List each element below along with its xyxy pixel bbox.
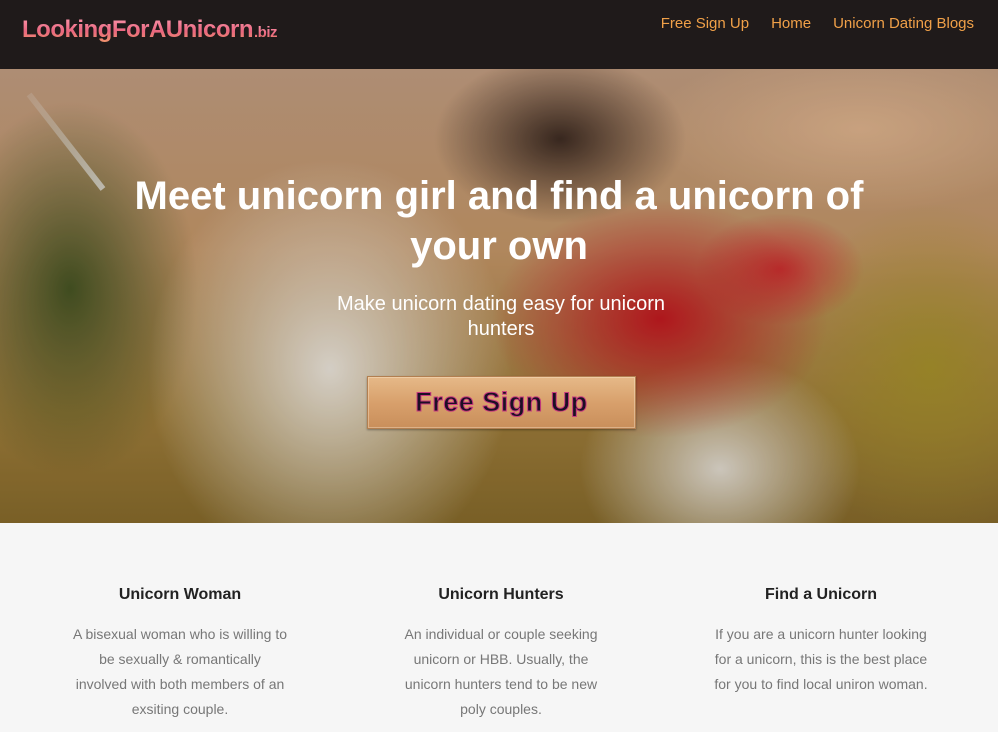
hero-title: Meet unicorn girl and find a unicorn of … bbox=[134, 174, 864, 268]
site-logo[interactable]: LookingForAUnicorn .biz bbox=[22, 16, 277, 50]
main-nav: Free Sign Up Home Unicorn Dating Blogs bbox=[661, 15, 974, 33]
top-navbar: LookingForAUnicorn .biz Free Sign Up Hom… bbox=[0, 0, 998, 69]
feature-title: Unicorn Woman bbox=[118, 586, 242, 603]
hero-banner: Meet unicorn girl and find a unicorn of … bbox=[0, 69, 998, 523]
feature-description: A bisexual woman who is willing to be se… bbox=[73, 626, 287, 717]
cta-label: Free Sign Up bbox=[415, 387, 588, 418]
logo-text: LookingForAUnicorn bbox=[22, 16, 253, 43]
hero-subtitle: Make unicorn dating easy for unicorn hun… bbox=[337, 293, 665, 340]
nav-unicorn-dating-blogs[interactable]: Unicorn Dating Blogs bbox=[833, 15, 974, 33]
nav-home[interactable]: Home bbox=[771, 15, 811, 33]
free-sign-up-button[interactable]: Free Sign Up bbox=[367, 376, 636, 429]
feature-description: An individual or couple seeking unicorn … bbox=[404, 626, 598, 717]
nav-free-sign-up[interactable]: Free Sign Up bbox=[661, 15, 749, 33]
feature-title: Find a Unicorn bbox=[765, 586, 877, 603]
logo-tld: .biz bbox=[253, 24, 278, 41]
feature-description: If you are a unicorn hunter looking for … bbox=[714, 626, 928, 692]
features-section: Unicorn Woman A bisexual woman who is wi… bbox=[0, 523, 998, 732]
feature-title: Unicorn Hunters bbox=[438, 586, 564, 603]
